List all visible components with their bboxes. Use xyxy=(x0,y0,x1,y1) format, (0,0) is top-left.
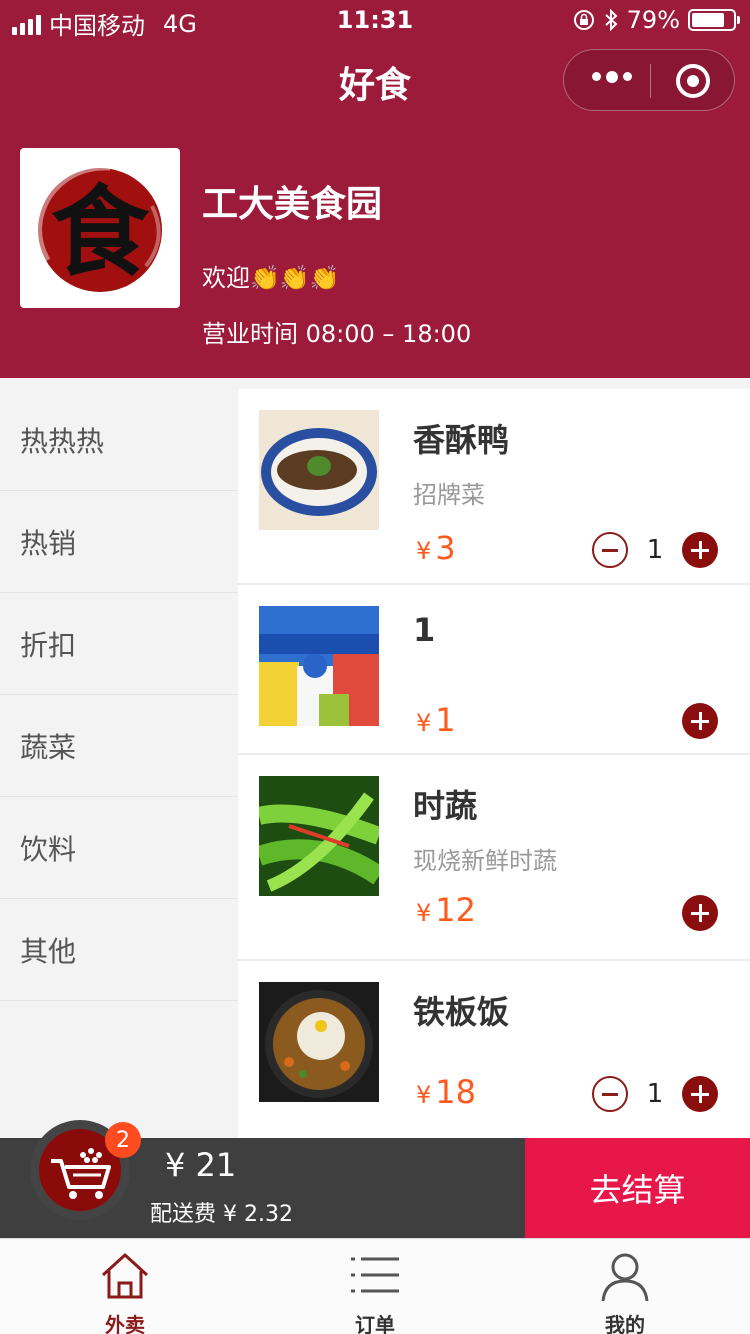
category-label: 热销 xyxy=(20,526,77,560)
dish-price: ¥3 xyxy=(416,529,456,567)
battery-icon xyxy=(688,9,740,31)
decrease-button[interactable] xyxy=(592,1076,628,1112)
dish-image xyxy=(259,410,379,530)
user-icon xyxy=(601,1253,649,1301)
dish-item[interactable]: 时蔬 现烧新鲜时蔬 ¥12 xyxy=(238,755,750,961)
store-logo: 食 xyxy=(20,148,180,308)
dish-name: 香酥鸭 xyxy=(413,421,510,459)
checkout-button[interactable]: 去结算 xyxy=(525,1138,750,1238)
status-bar: 中国移动 4G 11:31 79% xyxy=(0,0,750,40)
category-label: 饮料 xyxy=(20,832,77,866)
quantity-stepper xyxy=(682,703,718,739)
dish-name: 1 xyxy=(413,611,436,649)
miniprogram-capsule xyxy=(563,49,735,111)
rotation-lock-icon xyxy=(573,10,594,30)
battery-percent: 79% xyxy=(626,6,680,34)
bluetooth-icon xyxy=(604,8,618,32)
dish-name: 时蔬 xyxy=(413,787,478,825)
category-item[interactable]: 蔬菜 xyxy=(0,695,238,797)
store-name: 工大美食园 xyxy=(202,184,383,225)
list-icon xyxy=(351,1257,399,1293)
tab-label: 我的 xyxy=(605,1313,645,1334)
category-item[interactable]: 折扣 xyxy=(0,593,238,695)
more-icon[interactable] xyxy=(592,71,632,83)
tab-label: 外卖 xyxy=(105,1313,145,1334)
dish-price: ¥1 xyxy=(416,701,456,739)
dish-image xyxy=(259,982,379,1102)
increase-button[interactable] xyxy=(682,895,718,931)
dish-list[interactable]: 香酥鸭 招牌菜 ¥3 1 1 ¥1 时蔬 现烧新鲜时蔬 ¥ 12 铁板饭 ¥ 1… xyxy=(238,378,750,1138)
close-miniprogram-icon[interactable] xyxy=(676,64,710,98)
capsule-divider xyxy=(650,64,651,98)
category-label: 蔬菜 xyxy=(20,730,77,764)
increase-button[interactable] xyxy=(682,1076,718,1112)
dish-image xyxy=(259,606,379,726)
increase-button[interactable] xyxy=(682,532,718,568)
category-label: 热热热 xyxy=(20,424,105,458)
dish-name: 铁板饭 xyxy=(413,993,510,1031)
logo-glyph: 食 xyxy=(51,175,150,290)
dish-desc: 现烧新鲜时蔬 xyxy=(413,847,557,875)
quantity-stepper xyxy=(682,895,718,931)
category-item[interactable]: 饮料 xyxy=(0,797,238,899)
delivery-fee: 配送费 ¥ 2.32 xyxy=(150,1202,293,1227)
store-header: 中国移动 4G 11:31 79% 好食 食 工大美食园 欢迎👏👏👏 营业时间 … xyxy=(0,0,750,378)
cart-bar: 2 ¥ 21 配送费 ¥ 2.32 去结算 xyxy=(0,1120,750,1238)
dish-desc: 招牌菜 xyxy=(413,481,485,509)
dish-item[interactable]: 香酥鸭 招牌菜 ¥3 1 xyxy=(238,389,750,585)
tab-profile[interactable]: 我的 xyxy=(500,1239,750,1334)
category-label: 折扣 xyxy=(20,628,77,662)
category-item[interactable]: 其他 xyxy=(0,899,238,1001)
logo-image: 食 xyxy=(37,165,162,292)
dish-price: ¥18 xyxy=(416,1073,476,1111)
quantity-stepper: 1 xyxy=(592,532,718,568)
dish-image xyxy=(259,776,379,896)
increase-button[interactable] xyxy=(682,703,718,739)
quantity-value: 1 xyxy=(646,1079,664,1109)
tab-label: 订单 xyxy=(355,1313,395,1334)
quantity-stepper: 1 xyxy=(592,1076,718,1112)
category-item[interactable]: 热热热 xyxy=(0,378,238,491)
store-hours: 营业时间 08:00 – 18:00 xyxy=(202,320,472,348)
category-label: 其他 xyxy=(20,934,77,968)
cart-count-badge: 2 xyxy=(105,1122,141,1158)
category-item[interactable]: 热销 xyxy=(0,491,238,593)
tab-orders[interactable]: 订单 xyxy=(250,1239,500,1334)
quantity-value: 1 xyxy=(646,535,664,565)
tab-takeout[interactable]: 外卖 xyxy=(0,1239,250,1334)
dish-item[interactable]: 铁板饭 ¥18 1 xyxy=(238,961,750,1149)
store-welcome: 欢迎👏👏👏 xyxy=(202,264,340,292)
cart-total: ¥ 21 xyxy=(165,1146,237,1184)
tab-bar: 外卖 订单 我的 xyxy=(0,1238,750,1334)
dish-price: ¥12 xyxy=(416,891,476,929)
dish-item[interactable]: 1 ¥1 xyxy=(238,585,750,755)
decrease-button[interactable] xyxy=(592,532,628,568)
category-sidebar: 热热热 热销 折扣 蔬菜 饮料 其他 xyxy=(0,378,238,1138)
home-icon xyxy=(101,1253,149,1299)
